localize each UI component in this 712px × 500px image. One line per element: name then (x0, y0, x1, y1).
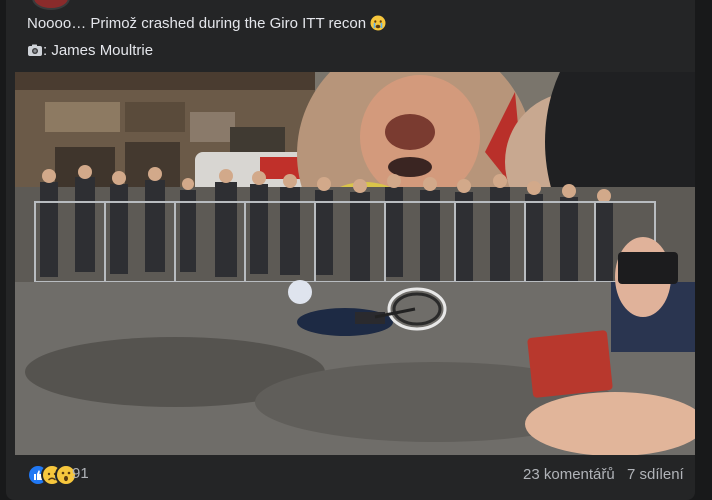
crying-face-icon (370, 15, 386, 31)
camera-icon (28, 44, 42, 56)
photo-credit: : James Moultrie (27, 41, 153, 61)
post-photo[interactable] (15, 72, 695, 455)
shares-link[interactable]: 7 sdílení (627, 466, 684, 483)
post-footer: 91 23 komentářů 7 sdílení (6, 455, 695, 500)
crash-photo-illustration (15, 72, 695, 455)
comments-link[interactable]: 23 komentářů (523, 466, 615, 483)
photo-credit-name: James Moultrie (51, 42, 154, 59)
post-card: Noooo… Primož crashed during the Giro IT… (6, 0, 695, 500)
avatar[interactable] (32, 0, 70, 10)
post-text: Noooo… Primož crashed during the Giro IT… (27, 14, 386, 34)
post-text-content: Noooo… Primož crashed during the Giro IT… (27, 15, 367, 32)
reaction-count: 91 (72, 465, 89, 482)
